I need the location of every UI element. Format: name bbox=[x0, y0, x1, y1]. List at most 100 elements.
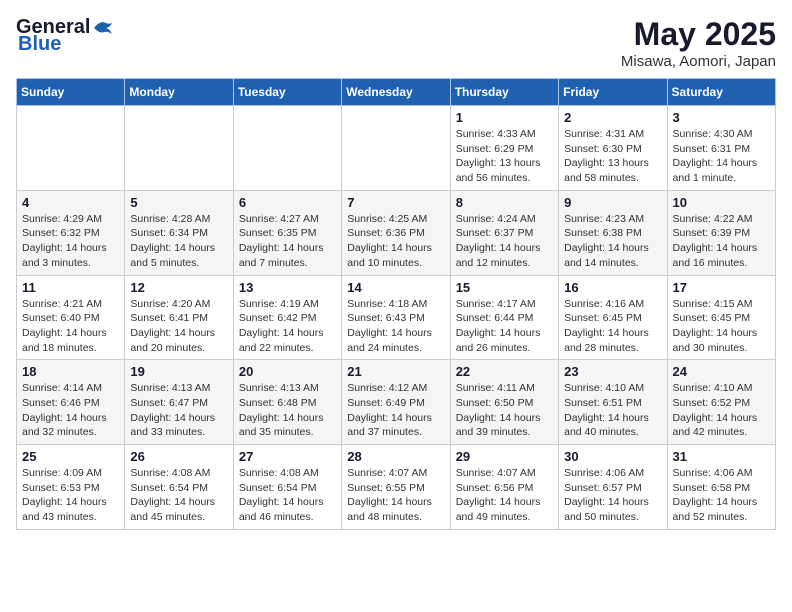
day-number: 5 bbox=[130, 195, 227, 210]
header-sunday: Sunday bbox=[17, 79, 125, 106]
day-info: Sunrise: 4:23 AM Sunset: 6:38 PM Dayligh… bbox=[564, 212, 661, 271]
day-number: 23 bbox=[564, 364, 661, 379]
header-thursday: Thursday bbox=[450, 79, 558, 106]
week-row-1: 1 Sunrise: 4:33 AM Sunset: 6:29 PM Daylig… bbox=[17, 106, 776, 191]
day-number: 11 bbox=[22, 280, 119, 295]
day-info: Sunrise: 4:11 AM Sunset: 6:50 PM Dayligh… bbox=[456, 381, 553, 440]
day-cell: 7 Sunrise: 4:25 AM Sunset: 6:36 PM Daylig… bbox=[342, 190, 450, 275]
day-cell bbox=[125, 106, 233, 191]
day-number: 20 bbox=[239, 364, 336, 379]
header-saturday: Saturday bbox=[667, 79, 775, 106]
day-info: Sunrise: 4:10 AM Sunset: 6:51 PM Dayligh… bbox=[564, 381, 661, 440]
day-cell: 12 Sunrise: 4:20 AM Sunset: 6:41 PM Dayli… bbox=[125, 275, 233, 360]
day-number: 3 bbox=[673, 110, 770, 125]
day-info: Sunrise: 4:27 AM Sunset: 6:35 PM Dayligh… bbox=[239, 212, 336, 271]
day-cell: 21 Sunrise: 4:12 AM Sunset: 6:49 PM Dayli… bbox=[342, 360, 450, 445]
day-cell: 19Sunrise: 4:13 AM Sunset: 6:47 PM Dayli… bbox=[125, 360, 233, 445]
day-info: Sunrise: 4:08 AM Sunset: 6:54 PM Dayligh… bbox=[239, 466, 336, 525]
day-number: 12 bbox=[130, 280, 227, 295]
day-cell: 20 Sunrise: 4:13 AM Sunset: 6:48 PM Dayli… bbox=[233, 360, 341, 445]
day-cell: 10 Sunrise: 4:22 AM Sunset: 6:39 PM Dayli… bbox=[667, 190, 775, 275]
day-number: 26 bbox=[130, 449, 227, 464]
day-cell: 25 Sunrise: 4:09 AM Sunset: 6:53 PM Dayli… bbox=[17, 445, 125, 530]
day-info: Sunrise: 4:25 AM Sunset: 6:36 PM Dayligh… bbox=[347, 212, 444, 271]
day-cell: 26Sunrise: 4:08 AM Sunset: 6:54 PM Dayli… bbox=[125, 445, 233, 530]
day-number: 9 bbox=[564, 195, 661, 210]
day-cell: 4Sunrise: 4:29 AM Sunset: 6:32 PM Daylig… bbox=[17, 190, 125, 275]
day-info: Sunrise: 4:24 AM Sunset: 6:37 PM Dayligh… bbox=[456, 212, 553, 271]
day-info: Sunrise: 4:33 AM Sunset: 6:29 PM Dayligh… bbox=[456, 127, 553, 186]
day-info: Sunrise: 4:13 AM Sunset: 6:48 PM Dayligh… bbox=[239, 381, 336, 440]
day-cell: 14Sunrise: 4:18 AM Sunset: 6:43 PM Dayli… bbox=[342, 275, 450, 360]
day-info: Sunrise: 4:16 AM Sunset: 6:45 PM Dayligh… bbox=[564, 297, 661, 356]
day-cell: 17Sunrise: 4:15 AM Sunset: 6:45 PM Dayli… bbox=[667, 275, 775, 360]
day-number: 24 bbox=[673, 364, 770, 379]
week-row-5: 25 Sunrise: 4:09 AM Sunset: 6:53 PM Dayli… bbox=[17, 445, 776, 530]
day-number: 2 bbox=[564, 110, 661, 125]
title-area: May 2025 Misawa, Aomori, Japan bbox=[621, 16, 776, 70]
day-info: Sunrise: 4:29 AM Sunset: 6:32 PM Dayligh… bbox=[22, 212, 119, 271]
day-number: 31 bbox=[673, 449, 770, 464]
day-number: 7 bbox=[347, 195, 444, 210]
day-cell: 11 Sunrise: 4:21 AM Sunset: 6:40 PM Dayli… bbox=[17, 275, 125, 360]
day-cell: 30Sunrise: 4:06 AM Sunset: 6:57 PM Dayli… bbox=[559, 445, 667, 530]
day-number: 30 bbox=[564, 449, 661, 464]
calendar-header-row: SundayMondayTuesdayWednesdayThursdayFrid… bbox=[17, 79, 776, 106]
header-friday: Friday bbox=[559, 79, 667, 106]
logo-bird-icon bbox=[92, 18, 114, 38]
day-number: 17 bbox=[673, 280, 770, 295]
day-number: 13 bbox=[239, 280, 336, 295]
day-info: Sunrise: 4:09 AM Sunset: 6:53 PM Dayligh… bbox=[22, 466, 119, 525]
day-cell: 2 Sunrise: 4:31 AM Sunset: 6:30 PM Daylig… bbox=[559, 106, 667, 191]
location: Misawa, Aomori, Japan bbox=[621, 53, 776, 70]
day-cell: 9 Sunrise: 4:23 AM Sunset: 6:38 PM Daylig… bbox=[559, 190, 667, 275]
day-number: 22 bbox=[456, 364, 553, 379]
logo: General Blue bbox=[16, 16, 114, 56]
day-cell: 16 Sunrise: 4:16 AM Sunset: 6:45 PM Dayli… bbox=[559, 275, 667, 360]
day-cell: 23 Sunrise: 4:10 AM Sunset: 6:51 PM Dayli… bbox=[559, 360, 667, 445]
logo-blue-text: Blue bbox=[18, 33, 61, 56]
day-info: Sunrise: 4:21 AM Sunset: 6:40 PM Dayligh… bbox=[22, 297, 119, 356]
month-title: May 2025 bbox=[621, 16, 776, 53]
day-number: 8 bbox=[456, 195, 553, 210]
day-cell bbox=[233, 106, 341, 191]
day-info: Sunrise: 4:30 AM Sunset: 6:31 PM Dayligh… bbox=[673, 127, 770, 186]
day-cell: 28Sunrise: 4:07 AM Sunset: 6:55 PM Dayli… bbox=[342, 445, 450, 530]
day-cell bbox=[17, 106, 125, 191]
header-tuesday: Tuesday bbox=[233, 79, 341, 106]
header-wednesday: Wednesday bbox=[342, 79, 450, 106]
day-number: 25 bbox=[22, 449, 119, 464]
day-info: Sunrise: 4:14 AM Sunset: 6:46 PM Dayligh… bbox=[22, 381, 119, 440]
day-info: Sunrise: 4:22 AM Sunset: 6:39 PM Dayligh… bbox=[673, 212, 770, 271]
header: General Blue May 2025 Misawa, Aomori, Ja… bbox=[16, 16, 776, 70]
day-cell: 18 Sunrise: 4:14 AM Sunset: 6:46 PM Dayli… bbox=[17, 360, 125, 445]
day-info: Sunrise: 4:20 AM Sunset: 6:41 PM Dayligh… bbox=[130, 297, 227, 356]
day-info: Sunrise: 4:19 AM Sunset: 6:42 PM Dayligh… bbox=[239, 297, 336, 356]
day-info: Sunrise: 4:18 AM Sunset: 6:43 PM Dayligh… bbox=[347, 297, 444, 356]
week-row-3: 11 Sunrise: 4:21 AM Sunset: 6:40 PM Dayli… bbox=[17, 275, 776, 360]
week-row-2: 4Sunrise: 4:29 AM Sunset: 6:32 PM Daylig… bbox=[17, 190, 776, 275]
calendar: SundayMondayTuesdayWednesdayThursdayFrid… bbox=[16, 78, 776, 530]
day-cell: 27 Sunrise: 4:08 AM Sunset: 6:54 PM Dayli… bbox=[233, 445, 341, 530]
day-number: 27 bbox=[239, 449, 336, 464]
day-info: Sunrise: 4:10 AM Sunset: 6:52 PM Dayligh… bbox=[673, 381, 770, 440]
day-number: 21 bbox=[347, 364, 444, 379]
day-number: 10 bbox=[673, 195, 770, 210]
day-number: 18 bbox=[22, 364, 119, 379]
day-number: 1 bbox=[456, 110, 553, 125]
day-cell: 22 Sunrise: 4:11 AM Sunset: 6:50 PM Dayli… bbox=[450, 360, 558, 445]
day-info: Sunrise: 4:12 AM Sunset: 6:49 PM Dayligh… bbox=[347, 381, 444, 440]
day-cell: 8 Sunrise: 4:24 AM Sunset: 6:37 PM Daylig… bbox=[450, 190, 558, 275]
day-number: 15 bbox=[456, 280, 553, 295]
day-cell: 3 Sunrise: 4:30 AM Sunset: 6:31 PM Daylig… bbox=[667, 106, 775, 191]
day-number: 6 bbox=[239, 195, 336, 210]
day-cell: 5Sunrise: 4:28 AM Sunset: 6:34 PM Daylig… bbox=[125, 190, 233, 275]
day-cell: 15Sunrise: 4:17 AM Sunset: 6:44 PM Dayli… bbox=[450, 275, 558, 360]
day-cell: 29Sunrise: 4:07 AM Sunset: 6:56 PM Dayli… bbox=[450, 445, 558, 530]
day-cell bbox=[342, 106, 450, 191]
day-info: Sunrise: 4:31 AM Sunset: 6:30 PM Dayligh… bbox=[564, 127, 661, 186]
day-number: 16 bbox=[564, 280, 661, 295]
day-cell: 13 Sunrise: 4:19 AM Sunset: 6:42 PM Dayli… bbox=[233, 275, 341, 360]
day-cell: 24 Sunrise: 4:10 AM Sunset: 6:52 PM Dayli… bbox=[667, 360, 775, 445]
day-cell: 6 Sunrise: 4:27 AM Sunset: 6:35 PM Daylig… bbox=[233, 190, 341, 275]
